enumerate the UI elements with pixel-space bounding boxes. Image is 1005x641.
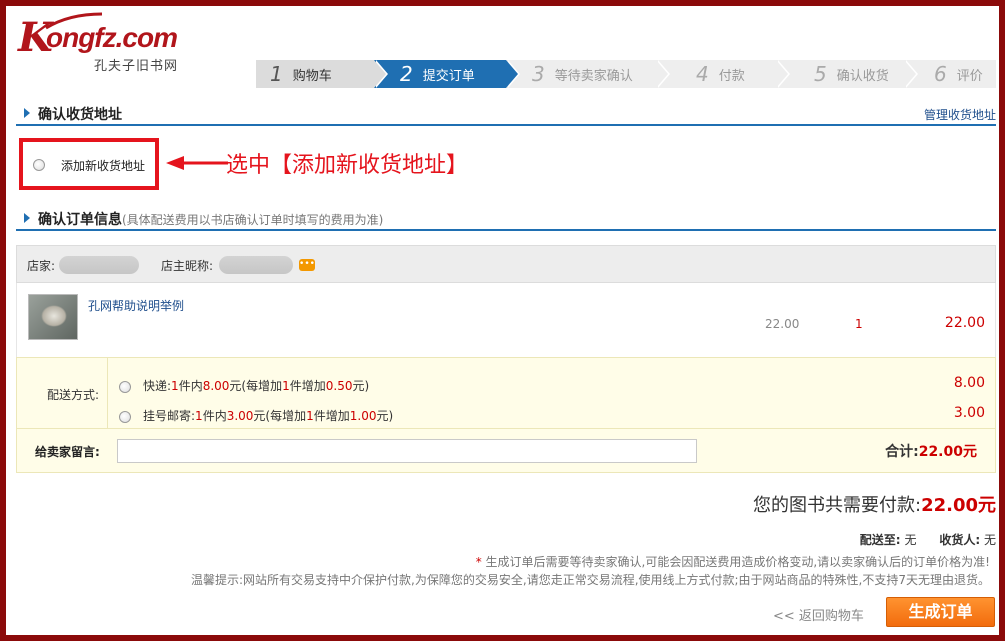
shipping-option-registered[interactable]: 挂号邮寄:1件内3.00元(每增加1件增加1.00元) — [119, 407, 393, 424]
express-radio[interactable] — [119, 380, 131, 393]
subtotal: 合计:22.00元 — [885, 441, 977, 461]
receiver-value: 无 — [983, 533, 996, 547]
step-cart: 1 购物车 — [256, 60, 388, 88]
ship-to-label: 配送至: — [859, 533, 901, 547]
item-unit-price: 22.00 — [765, 317, 800, 331]
seller-message-input[interactable] — [117, 439, 697, 463]
section-title: 确认订单信息(具体配送费用以书店确认订单时填写的费用为准) — [38, 209, 383, 229]
add-address-label[interactable]: 添加新收货地址 — [61, 157, 145, 174]
express-fee: 8.00 — [953, 375, 985, 391]
step-number: 2 — [400, 62, 413, 86]
step-number: 4 — [696, 62, 709, 86]
subtotal-value: 22.00元 — [918, 444, 977, 460]
shipping-methods: 配送方式: 快递:1件内8.00元(每增加1件增加0.50元) 8.00 挂号邮… — [16, 357, 996, 429]
logo-brand: ongfz.com — [46, 22, 178, 53]
ship-to-summary: 配送至: 无 收货人: 无 — [860, 531, 996, 548]
express-add-unit: 件增加 — [289, 379, 326, 393]
manage-address-link[interactable]: 管理收货地址 — [924, 106, 996, 123]
shipping-label: 配送方式: — [47, 388, 100, 402]
logo-subtitle: 孔夫子旧书网 — [94, 59, 179, 74]
step-label: 确认收货 — [836, 68, 889, 84]
page-frame: K ongfz.com 孔夫子旧书网 1 购物车 2 提交订单 3 等待卖家确认… — [0, 0, 1005, 641]
shipping-option-express[interactable]: 快递:1件内8.00元(每增加1件增加0.50元) — [119, 377, 369, 394]
express-first-n: 1 — [171, 379, 179, 393]
registered-first-unit: 件内 — [202, 409, 227, 423]
express-add-fee: 0.50 — [325, 379, 353, 393]
notice-line-1: 生成订单后需要等待卖家确认,可能会因配送费用造成价格变动,请以卖家确认后的订单价… — [485, 555, 990, 569]
express-prefix: 快递: — [143, 379, 172, 393]
chat-icon[interactable]: ••• — [299, 259, 315, 271]
site-logo[interactable]: K ongfz.com 孔夫子旧书网 — [16, 12, 206, 74]
registered-radio[interactable] — [119, 410, 131, 423]
section-title: 确认收货地址 — [38, 107, 122, 123]
add-address-radio[interactable] — [33, 159, 45, 171]
order-title: 确认订单信息 — [38, 212, 122, 228]
item-total: 22.00 — [944, 315, 985, 331]
step-label: 提交订单 — [422, 68, 475, 84]
order-item-row: 孔网帮助说明举例 22.00 1 22.00 — [16, 283, 996, 357]
order-notice: * 生成订单后需要等待卖家确认,可能会因配送费用造成价格变动,请以卖家确认后的订… — [476, 553, 990, 570]
step-submit-order: 2 提交订单 — [374, 60, 520, 88]
generate-order-button[interactable]: 生成订单 — [886, 597, 995, 627]
section-triangle-icon — [24, 213, 30, 223]
ship-to-value: 无 — [904, 533, 917, 547]
shop-name-redacted — [59, 256, 139, 274]
step-payment: 4 付款 — [656, 60, 790, 88]
shop-label: 店家: — [27, 259, 56, 273]
registered-fee: 3.00 — [953, 405, 985, 421]
section-triangle-icon — [24, 108, 30, 118]
item-quantity: 1 — [855, 317, 863, 331]
notice-star: * — [475, 555, 482, 569]
express-first-fee: 8.00 — [202, 379, 230, 393]
registered-add-fee: 1.00 — [349, 409, 377, 423]
registered-mid: 元(每增加 — [253, 409, 307, 423]
book-thumbnail[interactable] — [28, 294, 78, 340]
step-label: 购物车 — [292, 68, 332, 84]
add-address-highlight: 添加新收货地址 — [19, 138, 159, 190]
step-confirm-receipt: 5 确认收货 — [776, 60, 918, 88]
express-suffix: 元) — [352, 379, 370, 393]
warm-tip: 温馨提示:网站所有交易支持中介保护付款,为保障您的交易安全,请您走正常交易流程,… — [191, 573, 990, 587]
registered-prefix: 挂号邮寄: — [143, 409, 196, 423]
step-number: 6 — [934, 62, 947, 86]
step-number: 1 — [270, 62, 283, 86]
order-note: (具体配送费用以书店确认订单时填写的费用为准) — [122, 213, 384, 227]
payment-amount: 22.00元 — [921, 495, 996, 516]
registered-add-n: 1 — [306, 409, 314, 423]
express-add-n: 1 — [282, 379, 290, 393]
step-number: 5 — [814, 62, 827, 86]
registered-add-unit: 件增加 — [313, 409, 350, 423]
registered-suffix: 元) — [376, 409, 394, 423]
step-label: 付款 — [718, 68, 745, 84]
step-label: 评价 — [956, 68, 983, 84]
step-await-seller: 3 等待卖家确认 — [506, 60, 670, 88]
express-mid: 元(每增加 — [229, 379, 283, 393]
order-progress-steps: 1 购物车 2 提交订单 3 等待卖家确认 4 付款 5 确认收货 6 评价 — [256, 60, 996, 88]
shop-bar: 店家: 店主昵称: ••• — [16, 245, 996, 283]
annotation-text: 选中【添加新收货地址】 — [226, 153, 469, 178]
back-to-cart-link[interactable]: << 返回购物车 — [773, 605, 864, 624]
payment-total: 您的图书共需要付款:22.00元 — [753, 491, 996, 517]
shipping-label-cell: 配送方式: — [17, 358, 108, 428]
express-first-unit: 件内 — [178, 379, 203, 393]
message-row: 给卖家留言: 合计:22.00元 — [16, 429, 996, 473]
owner-name-redacted — [219, 256, 293, 274]
message-label: 给卖家留言: — [35, 445, 100, 459]
registered-first-n: 1 — [195, 409, 203, 423]
subtotal-label: 合计: — [885, 444, 919, 460]
step-label: 等待卖家确认 — [554, 68, 633, 84]
item-title-link[interactable]: 孔网帮助说明举例 — [88, 297, 184, 314]
page-content: K ongfz.com 孔夫子旧书网 1 购物车 2 提交订单 3 等待卖家确认… — [16, 12, 996, 641]
annotation-arrow-icon — [166, 156, 228, 170]
payment-label: 您的图书共需要付款: — [752, 495, 922, 516]
receiver-label: 收货人: — [939, 533, 981, 547]
owner-label: 店主昵称: — [161, 259, 214, 273]
registered-first-fee: 3.00 — [226, 409, 254, 423]
address-section-header: 确认收货地址 管理收货地址 — [16, 100, 996, 126]
step-number: 3 — [532, 62, 545, 86]
order-section-header: 确认订单信息(具体配送费用以书店确认订单时填写的费用为准) — [16, 205, 996, 231]
